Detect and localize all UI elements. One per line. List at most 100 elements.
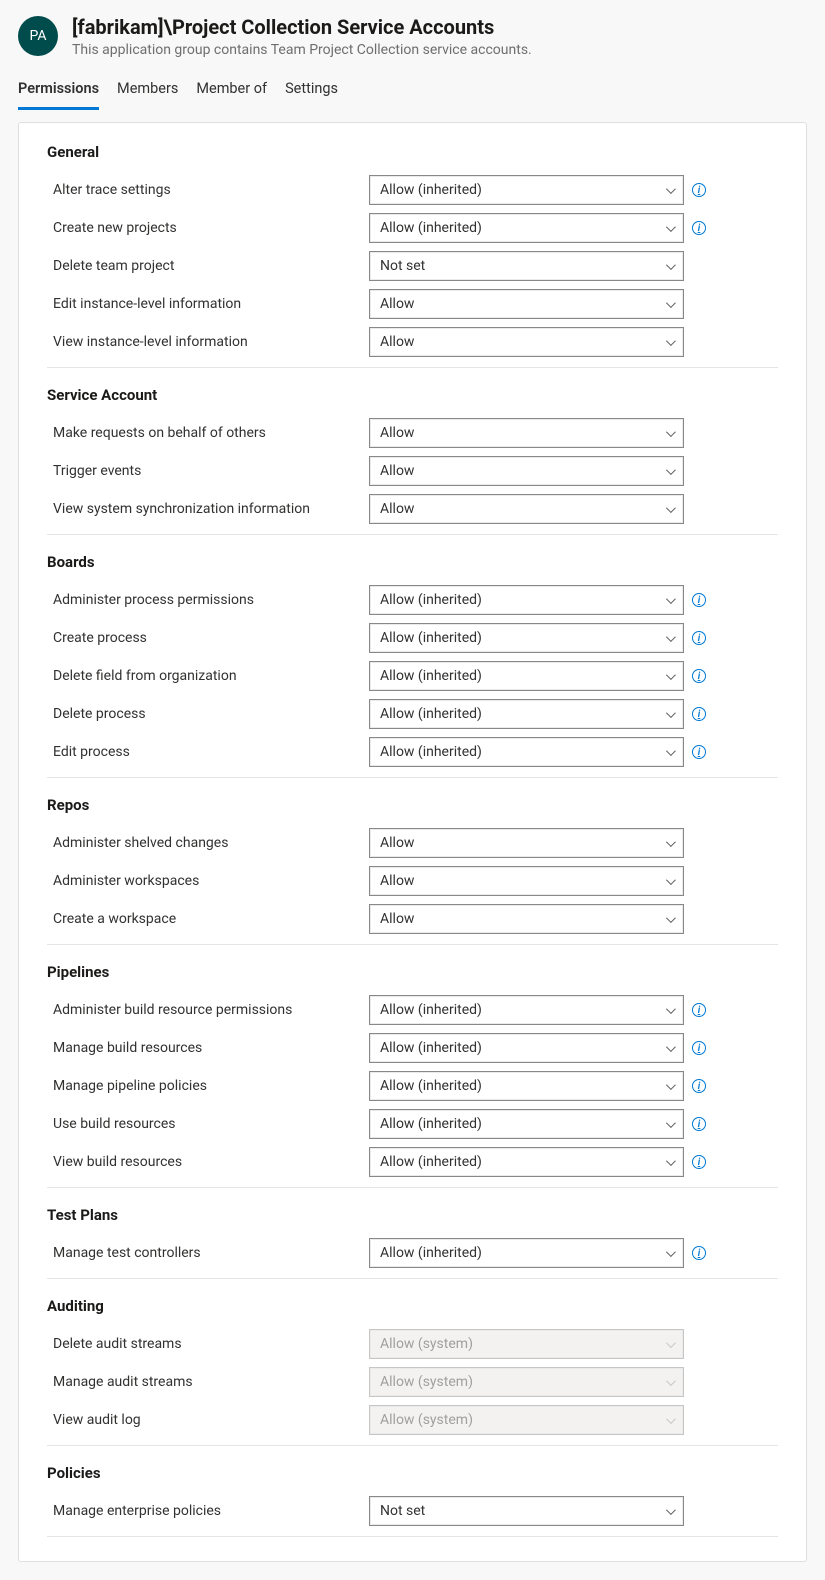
permission-select[interactable]: Not set xyxy=(369,251,684,281)
permission-select[interactable]: Allow xyxy=(369,494,684,524)
permission-label: Manage pipeline policies xyxy=(47,1078,369,1094)
permission-value: Allow (inherited) xyxy=(380,1245,482,1261)
permission-select[interactable]: Allow (inherited) xyxy=(369,175,684,205)
permission-row: Administer workspacesAllow xyxy=(47,862,778,900)
permission-value: Allow xyxy=(380,873,414,889)
permission-select[interactable]: Allow xyxy=(369,904,684,934)
permission-select[interactable]: Allow (inherited) xyxy=(369,661,684,691)
tab-member-of[interactable]: Member of xyxy=(196,76,267,110)
info-icon[interactable] xyxy=(692,1079,706,1093)
chevron-down-icon xyxy=(666,1247,676,1257)
info-icon[interactable] xyxy=(692,1155,706,1169)
section-divider xyxy=(47,534,778,535)
permission-select[interactable]: Allow (inherited) xyxy=(369,623,684,653)
permission-select[interactable]: Allow xyxy=(369,327,684,357)
info-icon[interactable] xyxy=(692,183,706,197)
chevron-down-icon xyxy=(666,1042,676,1052)
permission-select[interactable]: Allow (inherited) xyxy=(369,995,684,1025)
permission-row: Create a workspaceAllow xyxy=(47,900,778,938)
permission-label: Administer build resource permissions xyxy=(47,1002,369,1018)
permission-select[interactable]: Allow (inherited) xyxy=(369,1147,684,1177)
info-icon[interactable] xyxy=(692,1246,706,1260)
chevron-down-icon xyxy=(666,1156,676,1166)
header: PA [fabrikam]\Project Collection Service… xyxy=(0,0,825,66)
info-icon[interactable] xyxy=(692,1117,706,1131)
permission-row: Manage test controllersAllow (inherited) xyxy=(47,1234,778,1272)
tab-members[interactable]: Members xyxy=(117,76,178,110)
permission-value: Allow (inherited) xyxy=(380,668,482,684)
permission-select[interactable]: Allow xyxy=(369,866,684,896)
permission-select[interactable]: Allow xyxy=(369,289,684,319)
permission-select[interactable]: Allow (inherited) xyxy=(369,699,684,729)
permission-row: Edit instance-level informationAllow xyxy=(47,285,778,323)
section-heading: Pipelines xyxy=(47,963,778,981)
chevron-down-icon xyxy=(666,503,676,513)
info-icon[interactable] xyxy=(692,1003,706,1017)
permission-row: Create process Allow (inherited) xyxy=(47,619,778,657)
permission-select[interactable]: Allow xyxy=(369,456,684,486)
permission-value: Allow (inherited) xyxy=(380,220,482,236)
page-title: [fabrikam]\Project Collection Service Ac… xyxy=(72,14,807,40)
permission-select[interactable]: Not set xyxy=(369,1496,684,1526)
section-divider xyxy=(47,1187,778,1188)
permission-label: Administer process permissions xyxy=(47,592,369,608)
permission-value: Allow xyxy=(380,463,414,479)
chevron-down-icon xyxy=(666,594,676,604)
permission-row: View build resourcesAllow (inherited) xyxy=(47,1143,778,1181)
chevron-down-icon xyxy=(666,465,676,475)
permission-row: Delete team project Not set xyxy=(47,247,778,285)
permission-label: Delete team project xyxy=(47,258,369,274)
permission-value: Allow xyxy=(380,296,414,312)
info-icon[interactable] xyxy=(692,221,706,235)
permission-value: Allow (inherited) xyxy=(380,630,482,646)
permission-select[interactable]: Allow (inherited) xyxy=(369,213,684,243)
section-divider xyxy=(47,1278,778,1279)
info-column xyxy=(684,593,714,607)
tabs: Permissions Members Member of Settings xyxy=(0,66,825,110)
info-icon[interactable] xyxy=(692,745,706,759)
permission-label: Alter trace settings xyxy=(47,182,369,198)
permission-select[interactable]: Allow (inherited) xyxy=(369,1071,684,1101)
permission-label: View audit log xyxy=(47,1412,369,1428)
permission-select[interactable]: Allow xyxy=(369,418,684,448)
info-column xyxy=(684,183,714,197)
permission-row: Administer process permissionsAllow (inh… xyxy=(47,581,778,619)
permission-value: Allow xyxy=(380,835,414,851)
info-column xyxy=(684,1117,714,1131)
section-heading: Policies xyxy=(47,1464,778,1482)
permission-value: Allow (inherited) xyxy=(380,1040,482,1056)
chevron-down-icon xyxy=(666,875,676,885)
permission-select[interactable]: Allow (inherited) xyxy=(369,1109,684,1139)
info-column xyxy=(684,1003,714,1017)
chevron-down-icon xyxy=(666,913,676,923)
permission-value: Not set xyxy=(380,258,425,274)
info-icon[interactable] xyxy=(692,631,706,645)
chevron-down-icon xyxy=(666,427,676,437)
permission-select[interactable]: Allow xyxy=(369,828,684,858)
section-divider xyxy=(47,944,778,945)
permission-select[interactable]: Allow (inherited) xyxy=(369,1238,684,1268)
permission-label: Create a workspace xyxy=(47,911,369,927)
section-divider xyxy=(47,1445,778,1446)
section-divider xyxy=(47,1536,778,1537)
permission-label: View system synchronization information xyxy=(47,501,369,517)
permission-row: Administer shelved changes Allow xyxy=(47,824,778,862)
info-column xyxy=(684,707,714,721)
permission-row: View instance-level informationAllow xyxy=(47,323,778,361)
info-icon[interactable] xyxy=(692,593,706,607)
tab-permissions[interactable]: Permissions xyxy=(18,76,99,110)
info-icon[interactable] xyxy=(692,1041,706,1055)
chevron-down-icon xyxy=(666,1004,676,1014)
chevron-down-icon xyxy=(666,1414,676,1424)
permission-label: Administer shelved changes xyxy=(47,835,369,851)
permission-label: Create process xyxy=(47,630,369,646)
permission-select[interactable]: Allow (inherited) xyxy=(369,585,684,615)
permission-select[interactable]: Allow (inherited) xyxy=(369,737,684,767)
permission-label: Delete process xyxy=(47,706,369,722)
tab-settings[interactable]: Settings xyxy=(285,76,338,110)
permission-select[interactable]: Allow (inherited) xyxy=(369,1033,684,1063)
chevron-down-icon xyxy=(666,336,676,346)
info-icon[interactable] xyxy=(692,707,706,721)
info-icon[interactable] xyxy=(692,669,706,683)
permission-label: Manage enterprise policies xyxy=(47,1503,369,1519)
